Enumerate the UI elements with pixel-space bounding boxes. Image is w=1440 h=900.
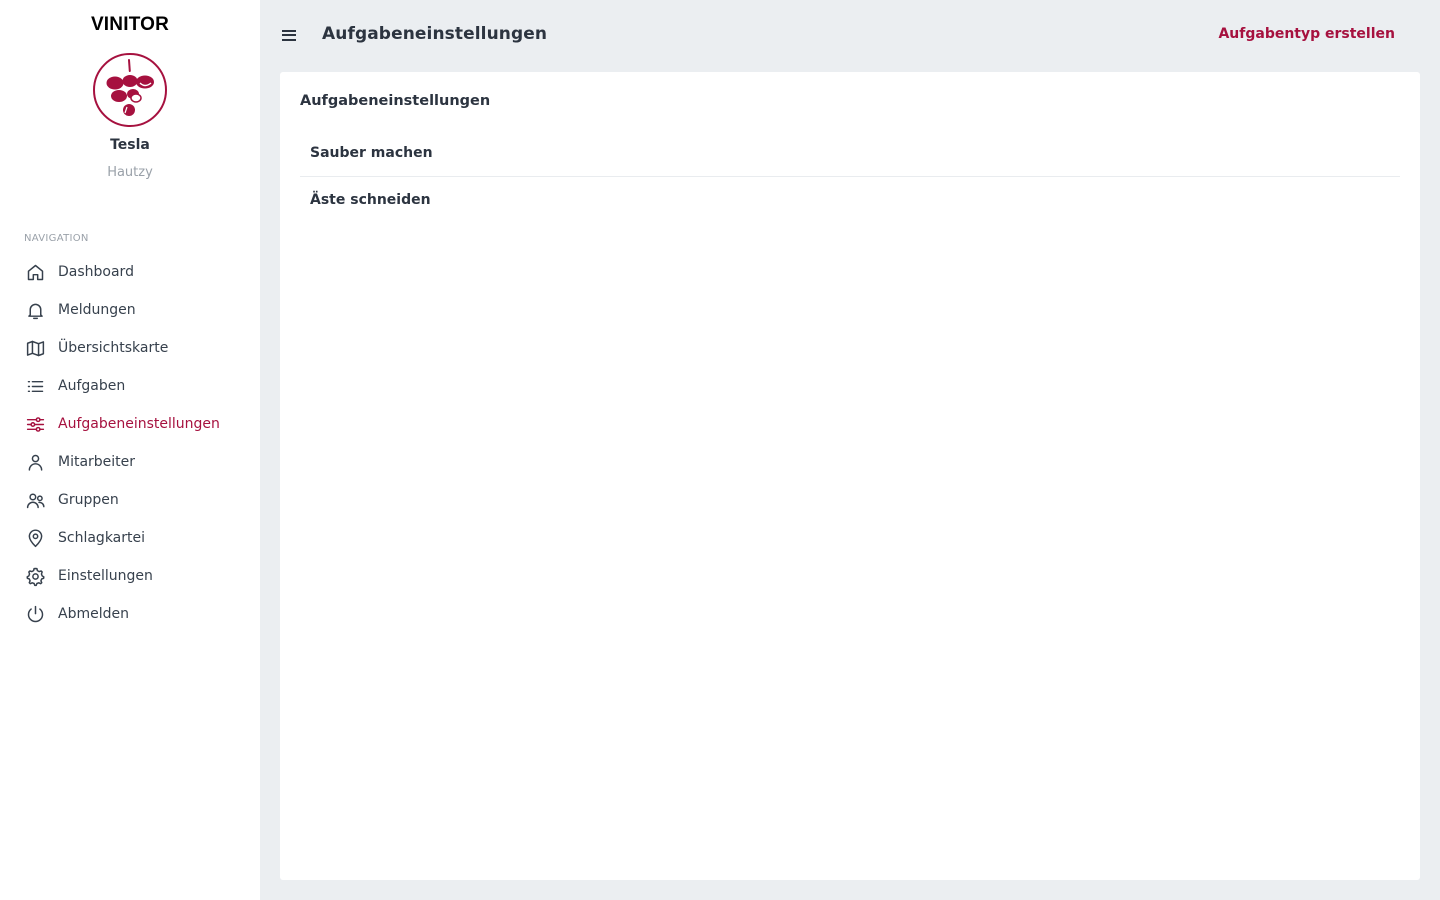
sidebar-item-label: Mitarbeiter <box>58 454 136 470</box>
menu-toggle-button[interactable] <box>279 25 299 45</box>
create-task-type-button[interactable]: Aufgabentyp erstellen <box>1218 26 1395 42</box>
hamburger-icon-bar <box>282 38 296 41</box>
sidebar-nav: Dashboard Meldungen Übersichtskarte Aufg… <box>0 253 260 633</box>
sidebar-item-label: Gruppen <box>58 492 119 508</box>
sidebar-item-aufgabeneinstellungen[interactable]: Aufgabeneinstellungen <box>0 405 260 443</box>
sidebar-item-label: Aufgabeneinstellungen <box>58 416 220 432</box>
sidebar-item-label: Einstellungen <box>58 568 153 584</box>
list-item[interactable]: Sauber machen <box>300 130 1400 176</box>
sidebar-item-label: Abmelden <box>58 606 129 622</box>
sidebar-item-gruppen[interactable]: Gruppen <box>0 481 260 519</box>
grape-logo <box>93 53 167 127</box>
gear-icon <box>24 565 46 587</box>
power-icon <box>24 603 46 625</box>
user-subtitle: Hautzy <box>107 165 153 180</box>
list-item[interactable]: Äste schneiden <box>300 176 1400 222</box>
sidebar-item-label: Schlagkartei <box>58 530 146 546</box>
sliders-icon <box>24 413 46 435</box>
map-icon <box>24 337 46 359</box>
brand-title: VINITOR <box>90 14 170 35</box>
sidebar-item-einstellungen[interactable]: Einstellungen <box>0 557 260 595</box>
card-title: Aufgabeneinstellungen <box>300 93 491 109</box>
sidebar-item-label: Meldungen <box>58 302 136 318</box>
sidebar-item-label: Übersichtskarte <box>58 340 169 356</box>
page-title: Aufgabeneinstellungen <box>322 24 548 44</box>
people-icon <box>24 489 46 511</box>
person-icon <box>24 451 46 473</box>
hamburger-icon-bar <box>282 34 296 36</box>
task-type-list: Sauber machen Äste schneiden <box>300 130 1400 222</box>
sidebar-item-dashboard[interactable]: Dashboard <box>0 253 260 291</box>
bell-icon <box>24 299 46 321</box>
sidebar-item-schlagkartei[interactable]: Schlagkartei <box>0 519 260 557</box>
home-icon <box>24 261 46 283</box>
sidebar-item-mitarbeiter[interactable]: Mitarbeiter <box>0 443 260 481</box>
map-pin-icon <box>24 527 46 549</box>
user-name: Tesla <box>110 137 150 153</box>
sidebar-item-label: Dashboard <box>58 264 134 280</box>
sidebar-item-uebersichtskarte[interactable]: Übersichtskarte <box>0 329 260 367</box>
sidebar-item-label: Aufgaben <box>58 378 126 394</box>
sidebar-item-aufgaben[interactable]: Aufgaben <box>0 367 260 405</box>
sidebar-item-abmelden[interactable]: Abmelden <box>0 595 260 633</box>
nav-heading: NAVIGATION <box>24 233 89 244</box>
hamburger-icon <box>282 29 296 32</box>
task-settings-card: Aufgabeneinstellungen Sauber machen Äste… <box>280 72 1420 880</box>
sidebar: VINITOR Tesla Hautzy NAVIGATION Dashboar… <box>0 0 260 900</box>
sidebar-item-meldungen[interactable]: Meldungen <box>0 291 260 329</box>
list-icon <box>24 375 46 397</box>
